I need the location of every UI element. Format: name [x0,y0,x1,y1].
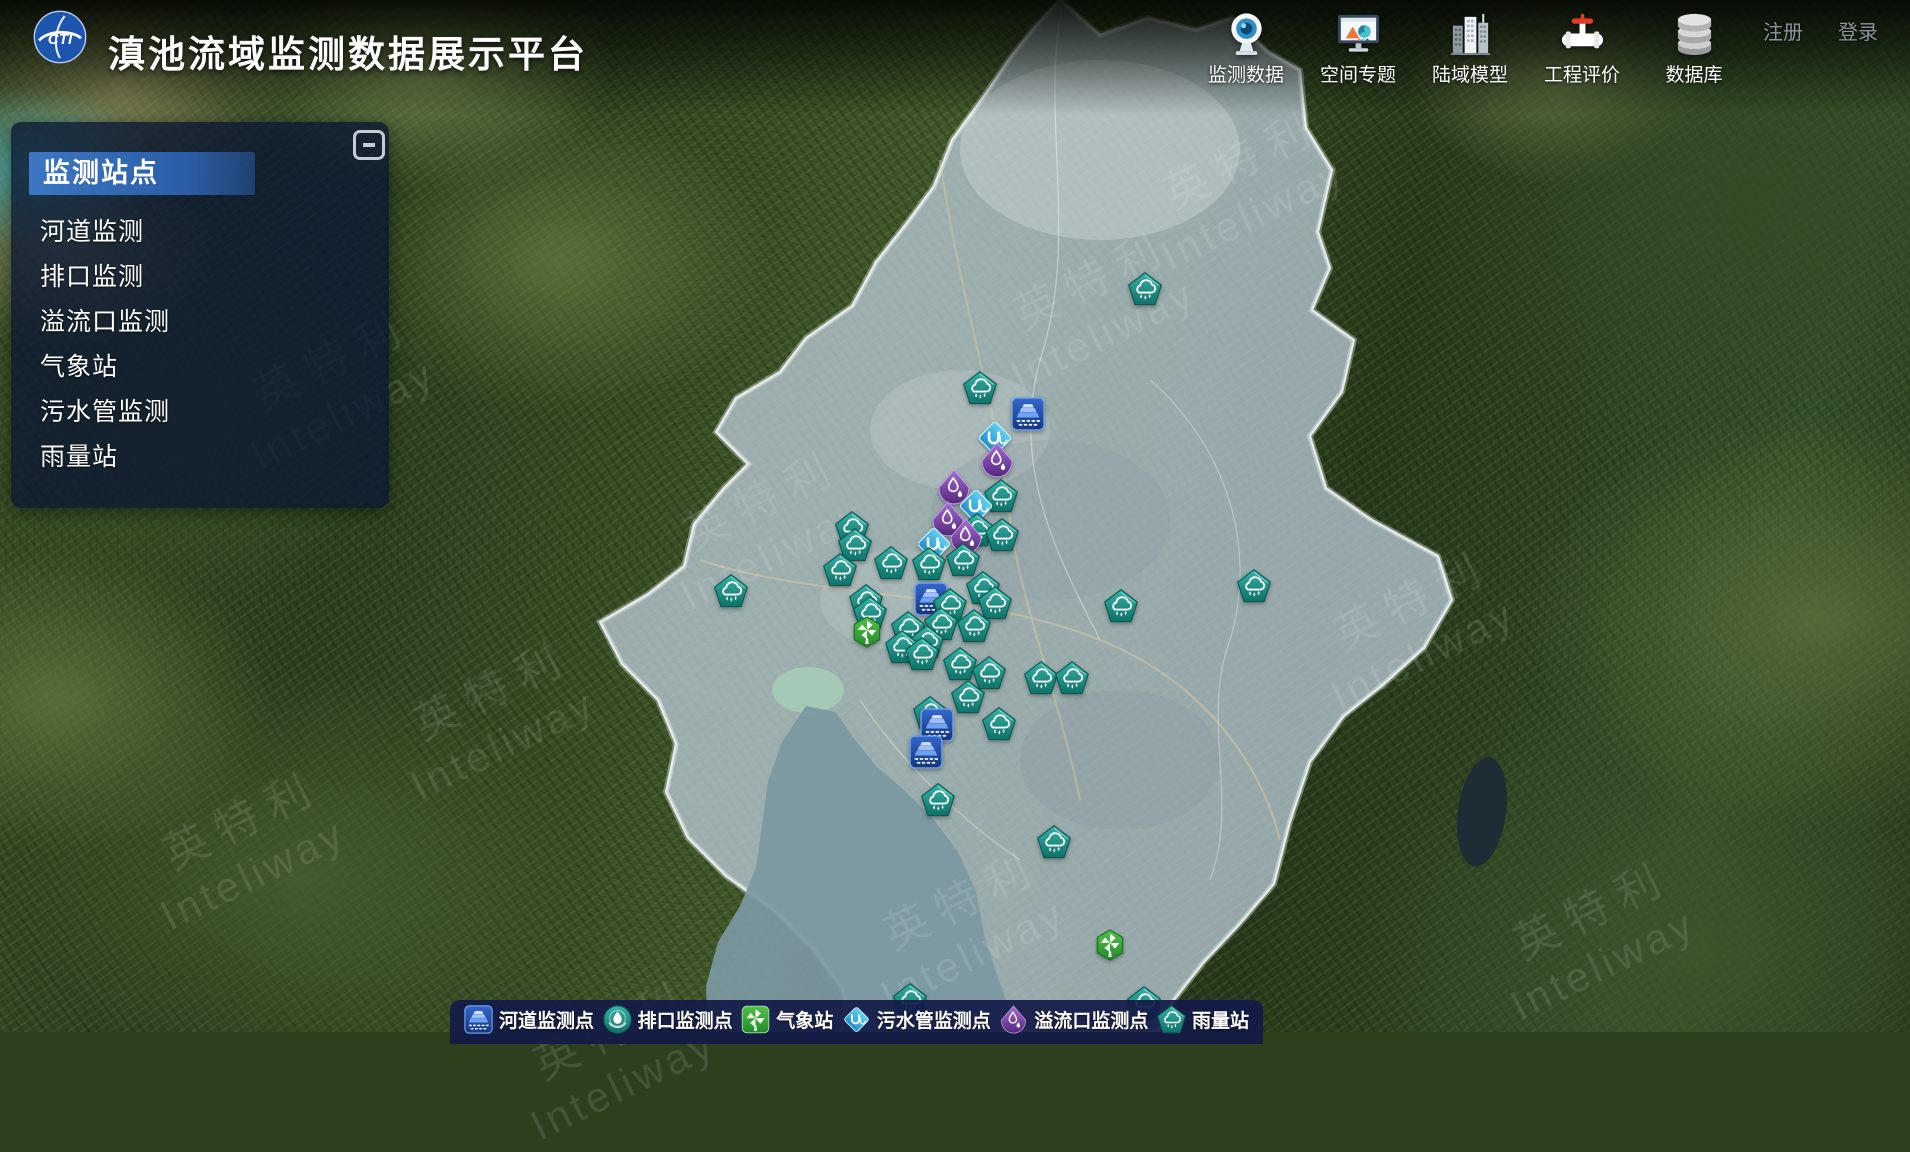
nav-label: 监测数据 [1208,60,1284,87]
map-marker-overflow[interactable] [979,442,1015,478]
sidebar-item-overflow[interactable]: 溢流口监测 [11,300,389,345]
nav-label: 数据库 [1665,60,1722,87]
legend-label: 溢流口监测点 [1034,1006,1148,1033]
map-marker-rain[interactable] [1024,661,1058,695]
legend-item-rain[interactable]: 雨量站 [1157,1005,1249,1034]
legend-label: 雨量站 [1192,1006,1249,1033]
nav-item-database[interactable]: 数据库 [1638,4,1750,87]
map-marker-rain[interactable] [874,546,908,580]
webcam-icon [1223,10,1270,57]
svg-text:CTI: CTI [48,31,73,48]
legend-label: 污水管监测点 [877,1006,991,1033]
nav-label: 陆域模型 [1432,60,1508,87]
map-marker-rain[interactable] [957,609,991,643]
sidebar-item-rain[interactable]: 雨量站 [11,435,389,480]
map-marker-rain[interactable] [985,518,1019,552]
database-icon [1671,10,1718,57]
map-marker-rain[interactable] [982,707,1016,741]
monitor-chart-icon [1335,10,1382,57]
main-nav: 监测数据 空间专题 [1190,4,1750,87]
legend-item-weather[interactable]: 气象站 [741,1005,833,1034]
nav-label: 空间专题 [1320,60,1396,87]
rain-legend-icon [1157,1005,1186,1034]
legend-item-outlet[interactable]: 排口监测点 [603,1005,733,1034]
sidebar-item-weather[interactable]: 气象站 [11,345,389,390]
map-marker-rain[interactable] [1237,569,1271,603]
nav-label: 工程评价 [1544,60,1620,87]
page-title: 滇池流域监测数据展示平台 [108,24,588,78]
legend-label: 排口监测点 [638,1006,733,1033]
login-link[interactable]: 登录 [1838,16,1878,45]
sidebar-item-outlet[interactable]: 排口监测 [11,255,389,300]
app-header: CTI 滇池流域监测数据展示平台 监测数据 [0,0,1910,92]
legend-item-overflow[interactable]: 溢流口监测点 [999,1005,1148,1034]
map-marker-rain[interactable] [1055,661,1089,695]
legend-item-sewage[interactable]: 污水管监测点 [842,1005,991,1034]
map-marker-rain[interactable] [912,547,946,581]
nav-item-project-eval[interactable]: 工程评价 [1526,4,1638,87]
map-marker-rain[interactable] [1037,825,1071,859]
map-legend: 河道监测点 排口监测点 气象站 污水管监测点 溢流口监测点 雨量站 [450,1000,1263,1044]
map-marker-river[interactable] [1011,397,1045,431]
map-marker-weather[interactable] [851,616,883,648]
map-marker-rain[interactable] [714,574,748,608]
map-marker-rain[interactable] [921,783,955,817]
legend-item-river[interactable]: 河道监测点 [464,1005,594,1034]
nav-item-spatial-theme[interactable]: 空间专题 [1302,4,1414,87]
sidebar-item-sewage[interactable]: 污水管监测 [11,390,389,435]
panel-collapse-button[interactable] [353,130,385,160]
map-marker-rain[interactable] [1104,589,1138,623]
panel-title[interactable]: 监测站点 [29,152,255,195]
river-legend-icon [464,1005,493,1034]
legend-label: 河道监测点 [499,1006,594,1033]
platform-logo: CTI [32,9,88,65]
pipe-valve-icon [1559,10,1606,57]
map-marker-rain[interactable] [963,371,997,405]
map-marker-river[interactable] [909,735,943,769]
map-marker-rain[interactable] [1128,272,1162,306]
register-link[interactable]: 注册 [1763,16,1803,45]
map-marker-weather[interactable] [1094,929,1126,961]
monitoring-stations-panel: 监测站点 河道监测 排口监测 溢流口监测 气象站 污水管监测 雨量站 [11,122,389,508]
nav-item-land-model[interactable]: 陆域模型 [1414,4,1526,87]
map-marker-rain[interactable] [905,637,939,671]
legend-label: 气象站 [776,1006,833,1033]
weather-legend-icon [741,1005,770,1034]
buildings-icon [1447,10,1494,57]
outlet-legend-icon [603,1005,632,1034]
map-marker-rain[interactable] [823,553,857,587]
sewage-legend-icon [842,1005,871,1034]
map-marker-rain[interactable] [951,680,985,714]
nav-item-monitor-data[interactable]: 监测数据 [1190,4,1302,87]
sidebar-item-river[interactable]: 河道监测 [11,210,389,255]
overflow-legend-icon [999,1005,1028,1034]
panel-item-list: 河道监测 排口监测 溢流口监测 气象站 污水管监测 雨量站 [11,210,389,480]
